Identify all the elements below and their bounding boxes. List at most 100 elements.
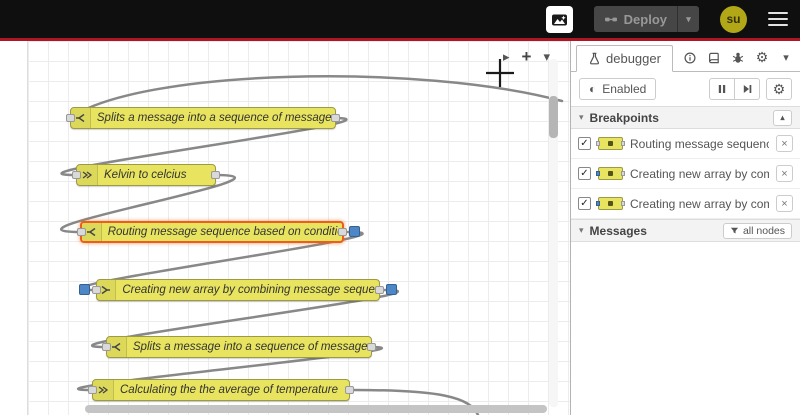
node-label: Creating new array by combining message … <box>122 284 379 296</box>
pause-icon <box>718 85 726 93</box>
info-icon <box>684 51 696 64</box>
avatar-initials: su <box>726 12 741 26</box>
bug-icon <box>732 52 744 63</box>
tab-debugger[interactable]: debugger <box>576 45 673 72</box>
vertical-scrollbar-thumb[interactable] <box>549 96 558 138</box>
breakpoints-collapse-button[interactable]: ▴ <box>773 109 792 126</box>
node-input-port[interactable] <box>88 386 97 394</box>
deploy-label: Deploy <box>623 11 667 27</box>
debugger-settings-button[interactable]: ⚙ <box>766 78 792 100</box>
breakpoints-title: Breakpoints <box>589 110 659 125</box>
tab-debugger-label: debugger <box>606 51 661 66</box>
close-icon: × <box>781 197 788 210</box>
deploy-button-main[interactable]: Deploy <box>594 12 677 27</box>
breakpoint-label: Routing message sequence ba <box>630 136 769 151</box>
close-icon: × <box>781 167 788 180</box>
node-output-port[interactable] <box>211 171 220 179</box>
breakpoints-section-header[interactable]: ▾ Breakpoints ▴ <box>571 106 800 129</box>
join-node-icon <box>596 197 625 210</box>
node-input-port[interactable] <box>72 171 81 179</box>
toggle-icon: ◐ <box>589 82 597 96</box>
sidebar-tab-icons: ⚙ ▾ <box>678 45 798 70</box>
flow-node-function-1[interactable]: Kelvin to celcius <box>72 164 220 186</box>
breakpoint-checkbox[interactable]: ✓ <box>578 167 591 180</box>
check-icon: ✓ <box>580 167 589 179</box>
flow-node-join[interactable]: Creating new array by combining message … <box>79 279 397 301</box>
cursor-crosshair <box>486 59 514 87</box>
messages-empty-area <box>571 242 800 372</box>
breakpoint-label: Creating new array by combini <box>630 166 769 181</box>
tab-debug-messages[interactable] <box>726 46 750 70</box>
breakpoint-row[interactable]: ✓ Routing message sequence ba × <box>571 129 800 159</box>
node-label: Splits a message into a sequence of mess… <box>96 112 335 124</box>
book-icon <box>709 52 719 63</box>
node-output-port[interactable] <box>338 228 347 236</box>
node-output-port[interactable] <box>331 114 340 122</box>
breakpoint-row[interactable]: ✓ Creating new array by combini × <box>571 159 800 189</box>
deploy-icon <box>604 17 617 21</box>
enabled-toggle-button[interactable]: ◐ Enabled <box>579 78 657 100</box>
messages-filter-button[interactable]: all nodes <box>722 222 792 239</box>
flow-canvas[interactable]: Splits a message into a sequence of mess… <box>0 41 570 415</box>
messages-section-header[interactable]: ▾ Messages all nodes <box>571 219 800 242</box>
user-avatar[interactable]: su <box>720 5 747 33</box>
node-input-port[interactable] <box>92 286 101 294</box>
breakpoint-checkbox[interactable]: ✓ <box>578 137 591 150</box>
gear-icon: ⚙ <box>772 80 786 97</box>
check-icon: ✓ <box>580 137 589 149</box>
vertical-scrollbar[interactable] <box>549 59 558 407</box>
pause-button[interactable] <box>709 78 735 100</box>
breakpoint-label: Creating new array by combini <box>630 196 769 211</box>
gear-icon: ⚙ <box>755 49 769 65</box>
debugger-tab-icon <box>589 52 600 65</box>
debugger-toolbar: ◐ Enabled ⚙ <box>571 72 800 106</box>
switch-node-icon <box>596 137 625 150</box>
export-image-button[interactable] <box>545 5 573 33</box>
chevron-down-icon: ▾ <box>686 13 691 24</box>
chevron-down-icon: ▾ <box>579 225 584 235</box>
collapse-icon: ▴ <box>780 113 785 122</box>
node-input-port[interactable] <box>102 343 111 351</box>
image-icon <box>551 14 567 25</box>
flow-node-split-2[interactable]: Splits a message into a sequence of mess… <box>102 336 376 358</box>
remove-breakpoint-button[interactable]: × <box>776 195 793 212</box>
sidebar-tab-bar: debugger ⚙ ▾ <box>571 45 800 72</box>
flow-node-split-1[interactable]: Splits a message into a sequence of mess… <box>66 107 340 129</box>
node-output-port[interactable] <box>375 286 384 294</box>
right-sidebar: debugger ⚙ ▾ ◐ Enabled ⚙ ▾ Breakpoints ▴… <box>570 41 800 415</box>
flow-node-switch[interactable]: Routing message sequence based on condit… <box>77 221 360 243</box>
breakpoint-checkbox[interactable]: ✓ <box>578 197 591 210</box>
step-button[interactable] <box>734 78 760 100</box>
node-label: Routing message sequence based on condit… <box>107 226 342 238</box>
tab-config-nodes[interactable]: ⚙ <box>750 46 774 70</box>
breakpoint-row[interactable]: ✓ Creating new array by combini × <box>571 189 800 219</box>
remove-breakpoint-button[interactable]: × <box>776 135 793 152</box>
deploy-options-button[interactable]: ▾ <box>677 6 699 32</box>
hamburger-icon <box>768 11 788 15</box>
breakpoint-marker[interactable] <box>386 284 397 295</box>
filter-label: all nodes <box>742 224 785 237</box>
node-input-port[interactable] <box>77 228 86 236</box>
messages-title: Messages <box>589 223 647 238</box>
sidebar-tab-menu[interactable]: ▾ <box>774 46 798 70</box>
node-label: Splits a message into a sequence of mess… <box>132 341 371 353</box>
main-menu-button[interactable] <box>768 11 788 27</box>
tab-help[interactable] <box>702 46 726 70</box>
join-node-icon <box>596 167 625 180</box>
plus-icon[interactable]: + <box>522 48 532 65</box>
remove-breakpoint-button[interactable]: × <box>776 165 793 182</box>
step-icon <box>743 85 752 93</box>
check-icon: ✓ <box>580 197 589 209</box>
enabled-label: Enabled <box>602 82 647 96</box>
node-input-port[interactable] <box>66 114 75 122</box>
node-output-port[interactable] <box>345 386 354 394</box>
breakpoint-marker[interactable] <box>79 284 90 295</box>
breakpoint-marker[interactable] <box>349 226 360 237</box>
horizontal-scrollbar-thumb[interactable] <box>85 405 547 413</box>
node-label: Calculating the the average of temperatu… <box>120 384 338 396</box>
tab-info[interactable] <box>678 46 702 70</box>
deploy-button[interactable]: Deploy ▾ <box>593 6 699 32</box>
debug-step-controls <box>709 78 760 100</box>
flow-node-function-2[interactable]: Calculating the the average of temperatu… <box>88 379 354 401</box>
node-output-port[interactable] <box>367 343 376 351</box>
